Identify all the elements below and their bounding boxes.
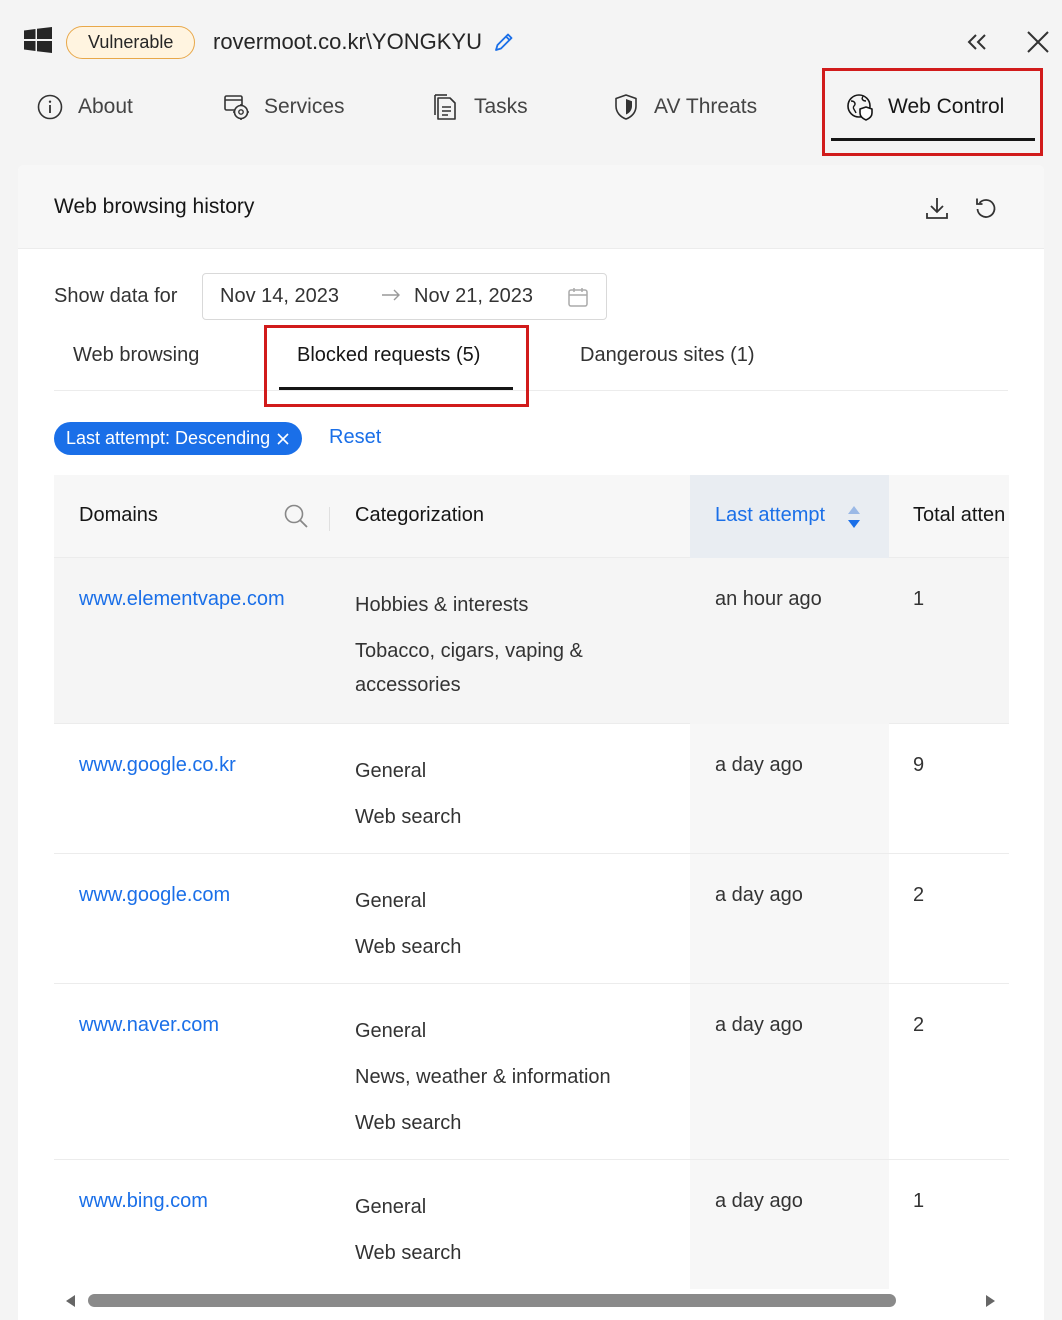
column-header-last-attempt[interactable]: Last attempt <box>715 504 825 527</box>
card-title: Web browsing history <box>54 195 255 218</box>
column-header-total-attempts: Total atten <box>913 504 1006 526</box>
reset-link[interactable]: Reset <box>329 426 381 449</box>
highlight-box-blocked-requests <box>264 325 529 407</box>
blocked-requests-table: Domains Categorization Last attempt Tota… <box>54 475 1009 1310</box>
search-icon[interactable] <box>283 503 309 529</box>
tab-label: About <box>78 95 133 118</box>
tab-services[interactable]: Services <box>222 84 345 130</box>
tab-label: Services <box>264 95 345 118</box>
sub-tabs: Web browsing Blocked requests (5) Danger… <box>54 335 1008 391</box>
total-attempts-cell: 2 <box>913 1014 925 1036</box>
last-attempt-cell: a day ago <box>715 1014 803 1036</box>
categorization-cell: Hobbies & interests Tobacco, cigars, vap… <box>355 588 665 714</box>
date-from[interactable]: Nov 14, 2023 <box>220 285 339 308</box>
tab-av-threats[interactable]: AV Threats <box>612 84 757 130</box>
last-attempt-cell: a day ago <box>715 1190 803 1212</box>
arrow-right-icon <box>381 288 401 302</box>
categorization-cell: General Web search <box>355 1190 665 1282</box>
table-row[interactable]: www.google.co.kr General Web search a da… <box>54 724 1009 854</box>
date-to[interactable]: Nov 21, 2023 <box>414 285 533 308</box>
date-range-picker[interactable]: Nov 14, 2023 Nov 21, 2023 <box>202 273 607 320</box>
scroll-left-arrow-icon[interactable] <box>64 1294 76 1308</box>
scrollbar-thumb[interactable] <box>88 1294 896 1307</box>
table-row[interactable]: www.bing.com General Web search a day ag… <box>54 1160 1009 1290</box>
table-row[interactable]: www.elementvape.com Hobbies & interests … <box>54 558 1009 724</box>
web-history-card: Web browsing history Show data for Nov 1… <box>18 165 1044 1320</box>
shield-icon <box>612 93 640 121</box>
chip-label: Last attempt: Descending <box>66 428 271 448</box>
categorization-cell: General News, weather & information Web … <box>355 1014 665 1152</box>
column-header-categorization: Categorization <box>355 504 484 526</box>
info-icon <box>36 93 64 121</box>
category-tag: News, weather & information <box>355 1066 611 1088</box>
total-attempts-cell: 1 <box>913 588 925 610</box>
category-tag: General <box>355 890 427 912</box>
categorization-cell: General Web search <box>355 754 665 846</box>
edit-pencil-icon[interactable] <box>493 31 515 53</box>
sorted-cell-background <box>690 558 889 724</box>
status-badge: Vulnerable <box>66 26 196 59</box>
subtab-dangerous-sites[interactable]: Dangerous sites (1) <box>580 344 755 367</box>
machine-name: rovermoot.co.kr\YONGKYU <box>213 29 482 54</box>
sort-descending-icon[interactable] <box>847 505 861 529</box>
scroll-right-arrow-icon[interactable] <box>985 1294 997 1308</box>
show-data-label: Show data for <box>54 285 178 307</box>
table-row[interactable]: www.google.com General Web search a day … <box>54 854 1009 984</box>
windows-icon <box>24 27 52 53</box>
refresh-icon[interactable] <box>973 195 999 221</box>
total-attempts-cell: 2 <box>913 884 925 906</box>
last-attempt-cell: a day ago <box>715 884 803 906</box>
domain-link[interactable]: www.google.com <box>79 884 230 907</box>
category-tag: Web search <box>355 936 462 958</box>
column-header-domains: Domains <box>79 504 158 526</box>
table-header: Domains Categorization Last attempt Tota… <box>54 475 1009 558</box>
tab-label: Tasks <box>474 95 528 118</box>
category-tag: Web search <box>355 806 462 828</box>
highlight-box-web-control <box>822 68 1043 156</box>
domain-link[interactable]: www.bing.com <box>79 1190 208 1213</box>
tab-tasks[interactable]: Tasks <box>432 84 528 130</box>
category-tag: Tobacco, cigars, vaping & accessories <box>355 640 583 696</box>
tab-about[interactable]: About <box>36 84 133 130</box>
category-tag: Web search <box>355 1112 462 1134</box>
chip-remove-icon[interactable] <box>276 432 290 446</box>
services-gear-icon <box>222 93 250 121</box>
category-tag: Hobbies & interests <box>355 594 529 616</box>
category-tag: Web search <box>355 1242 462 1264</box>
total-attempts-cell: 9 <box>913 754 925 776</box>
close-icon[interactable] <box>1026 30 1050 54</box>
table-row[interactable]: www.naver.com General News, weather & in… <box>54 984 1009 1160</box>
domain-link[interactable]: www.google.co.kr <box>79 754 236 777</box>
horizontal-scrollbar[interactable] <box>54 1289 1009 1311</box>
column-divider <box>329 507 330 531</box>
domain-link[interactable]: www.elementvape.com <box>79 588 285 611</box>
sort-filter-chip: Last attempt: Descending <box>54 422 303 455</box>
category-tag: General <box>355 1196 427 1218</box>
category-tag: General <box>355 1020 427 1042</box>
double-chevron-left-icon[interactable] <box>966 32 988 52</box>
category-tag: General <box>355 760 427 782</box>
last-attempt-cell: an hour ago <box>715 588 822 610</box>
total-attempts-cell: 1 <box>913 1190 925 1212</box>
card-header: Web browsing history <box>18 165 1044 249</box>
tab-label: AV Threats <box>654 95 758 118</box>
download-icon[interactable] <box>924 195 950 221</box>
subtab-web-browsing[interactable]: Web browsing <box>73 344 199 367</box>
domain-link[interactable]: www.naver.com <box>79 1014 219 1037</box>
last-attempt-cell: a day ago <box>715 754 803 776</box>
categorization-cell: General Web search <box>355 884 665 976</box>
document-icon <box>432 93 460 121</box>
calendar-icon[interactable] <box>567 286 589 308</box>
